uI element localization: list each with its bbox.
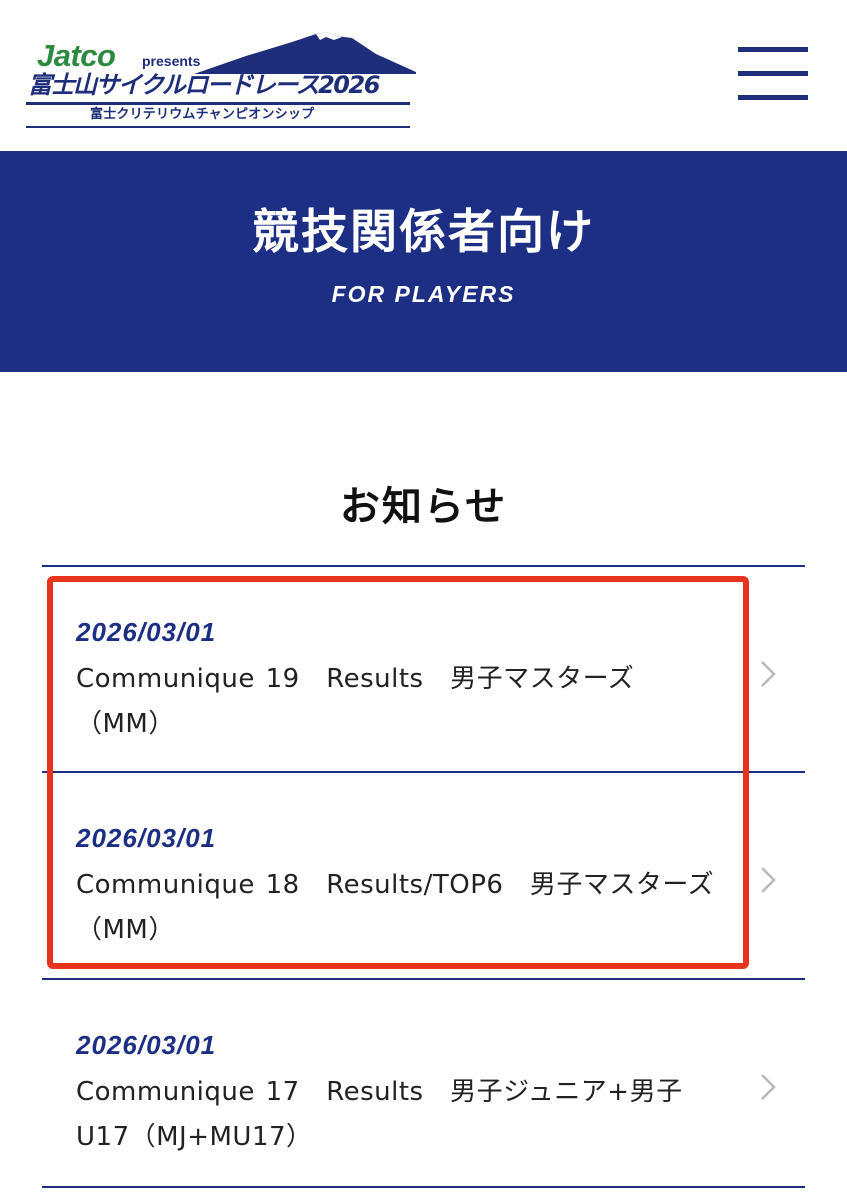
news-title: Communique 18 Results/TOP6 男子マスターズ（MM） <box>76 870 715 945</box>
chevron-right-icon <box>759 659 777 689</box>
news-date: 2026/03/01 <box>76 823 217 853</box>
news-date: 2026/03/01 <box>76 617 217 647</box>
news-heading: お知らせ <box>339 484 508 530</box>
news-item[interactable]: 2026/03/01 Communique 18 Results/TOP6 男子… <box>42 773 805 979</box>
logo-presents: presents <box>142 53 201 69</box>
menu-bar <box>738 71 808 76</box>
news-date: 2026/03/01 <box>76 1030 217 1060</box>
menu-bar <box>738 95 808 100</box>
menu-button[interactable] <box>738 46 808 104</box>
menu-bar <box>738 47 808 52</box>
logo-brand: Jatco <box>37 38 116 73</box>
hero-banner: 競技関係者向け FOR PLAYERS <box>0 151 847 372</box>
news-item[interactable]: 2026/03/01 Communique 19 Results 男子マスターズ… <box>42 567 805 773</box>
news-title: Communique 19 Results 男子マスターズ（MM） <box>76 664 635 739</box>
logo-subtitle: 富士クリテリウムチャンピオンシップ <box>90 107 315 122</box>
site-logo[interactable]: Jatco presents 富士山サイクルロードレース2026 富士クリテリウ… <box>24 28 416 132</box>
chevron-right-icon <box>759 865 777 895</box>
page-subtitle: FOR PLAYERS <box>331 281 516 307</box>
news-title: Communique 17 Results 男子ジュニア+男子U17（MJ+MU… <box>76 1077 683 1152</box>
page: Jatco presents 富士山サイクルロードレース2026 富士クリテリウ… <box>0 0 847 1200</box>
news-item[interactable]: 2026/03/01 Communique 17 Results 男子ジュニア+… <box>42 980 805 1186</box>
page-title: 競技関係者向け <box>252 205 595 260</box>
logo-title: 富士山サイクルロードレース2026 <box>28 71 380 99</box>
site-header: Jatco presents 富士山サイクルロードレース2026 富士クリテリウ… <box>0 0 847 151</box>
chevron-right-icon <box>759 1072 777 1102</box>
hamburger-menu-icon <box>738 46 808 104</box>
divider <box>42 1186 805 1188</box>
